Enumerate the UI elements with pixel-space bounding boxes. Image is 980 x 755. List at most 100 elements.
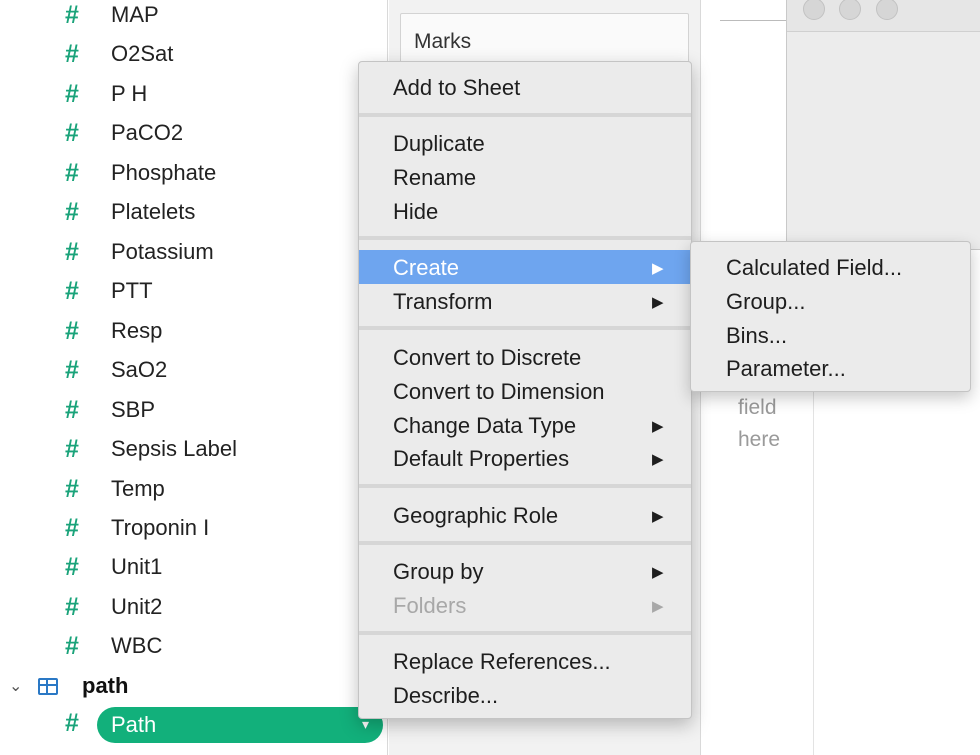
submenu-arrow-icon: ▶ xyxy=(652,598,664,615)
submenu-item-label: Group... xyxy=(726,289,806,314)
field-label: SaO2 xyxy=(111,357,168,382)
field-label: Platelets xyxy=(111,199,196,224)
field-label: Unit2 xyxy=(111,594,163,619)
measure-number-icon: # xyxy=(65,316,79,345)
field-item-ph[interactable]: # P H xyxy=(0,79,388,109)
submenu-arrow-icon: ▶ xyxy=(652,564,664,581)
menu-item-replace-references[interactable]: Replace References... xyxy=(359,644,691,678)
measure-number-icon: # xyxy=(65,592,79,621)
field-item-path[interactable]: # Path ▾ xyxy=(0,707,388,743)
submenu-arrow-icon: ▶ xyxy=(652,418,664,435)
field-label: Phosphate xyxy=(111,160,217,185)
field-item-sbp[interactable]: # SBP xyxy=(0,395,388,425)
context-menu: Add to Sheet Duplicate Rename Hide Creat… xyxy=(358,61,692,719)
submenu-item-parameter[interactable]: Parameter... xyxy=(691,351,970,385)
menu-item-label: Create xyxy=(393,255,460,280)
menu-item-label: Duplicate xyxy=(393,131,485,156)
field-label: PaCO2 xyxy=(111,120,184,145)
menu-item-label: Replace References... xyxy=(393,649,611,674)
menu-item-hide[interactable]: Hide xyxy=(359,194,691,228)
menu-item-add-to-sheet[interactable]: Add to Sheet xyxy=(359,70,691,104)
field-item-map[interactable]: # MAP xyxy=(0,0,388,30)
background-window xyxy=(786,0,980,250)
menu-item-label: Change Data Type xyxy=(393,413,577,438)
drop-field-hint: field here xyxy=(738,392,780,456)
field-item-o2sat[interactable]: # O2Sat xyxy=(0,39,388,69)
field-label: Temp xyxy=(111,476,165,501)
submenu-arrow-icon: ▶ xyxy=(652,260,664,277)
field-label: MAP xyxy=(111,2,159,27)
field-item-phosphate[interactable]: # Phosphate xyxy=(0,158,388,188)
field-item-unit2[interactable]: # Unit2 xyxy=(0,592,388,622)
field-item-ptt[interactable]: # PTT xyxy=(0,276,388,306)
field-item-resp[interactable]: # Resp xyxy=(0,316,388,346)
field-label: SBP xyxy=(111,397,156,422)
menu-item-convert-to-dimension[interactable]: Convert to Dimension xyxy=(359,374,691,408)
drop-hint-line: here xyxy=(738,428,781,451)
menu-item-label: Rename xyxy=(393,165,477,190)
menu-separator xyxy=(359,236,691,240)
selected-field-pill[interactable]: Path ▾ xyxy=(97,707,383,743)
folder-path[interactable]: ⌄ path xyxy=(0,672,388,702)
measure-number-icon: # xyxy=(65,474,79,503)
measure-number-icon: # xyxy=(65,79,79,108)
menu-item-rename[interactable]: Rename xyxy=(359,160,691,194)
field-item-potassium[interactable]: # Potassium xyxy=(0,237,388,267)
menu-item-label: Group by xyxy=(393,559,484,584)
marks-label: Marks xyxy=(414,30,472,53)
field-item-unit1[interactable]: # Unit1 xyxy=(0,552,388,582)
window-close-button[interactable] xyxy=(803,0,825,20)
window-minimize-button[interactable] xyxy=(839,0,861,20)
measure-number-icon: # xyxy=(65,237,79,266)
measure-number-icon: # xyxy=(65,631,79,660)
measure-number-icon: # xyxy=(65,434,79,463)
create-submenu: Calculated Field... Group... Bins... Par… xyxy=(690,241,971,392)
menu-item-label: Folders xyxy=(393,593,467,618)
submenu-item-label: Bins... xyxy=(726,323,788,348)
field-label: Potassium xyxy=(111,239,214,264)
menu-separator xyxy=(359,326,691,330)
submenu-item-bins[interactable]: Bins... xyxy=(691,318,970,352)
menu-item-describe[interactable]: Describe... xyxy=(359,678,691,712)
menu-separator xyxy=(359,541,691,545)
menu-item-convert-to-discrete[interactable]: Convert to Discrete xyxy=(359,340,691,374)
window-titlebar xyxy=(787,0,980,32)
measure-number-icon: # xyxy=(65,0,79,29)
menu-item-transform[interactable]: Transform ▶ xyxy=(359,284,691,318)
menu-separator xyxy=(359,484,691,488)
menu-separator xyxy=(359,631,691,635)
menu-item-default-properties[interactable]: Default Properties ▶ xyxy=(359,441,691,475)
menu-item-geographic-role[interactable]: Geographic Role ▶ xyxy=(359,498,691,532)
field-label: P H xyxy=(111,81,148,106)
field-item-wbc[interactable]: # WBC xyxy=(0,631,388,661)
field-item-troponin-i[interactable]: # Troponin I xyxy=(0,513,388,543)
menu-item-label: Hide xyxy=(393,199,439,224)
menu-item-folders: Folders ▶ xyxy=(359,588,691,622)
measure-number-icon: # xyxy=(65,158,79,187)
field-label: Sepsis Label xyxy=(111,436,237,461)
menu-item-change-data-type[interactable]: Change Data Type ▶ xyxy=(359,408,691,442)
submenu-item-calculated-field[interactable]: Calculated Field... xyxy=(691,250,970,284)
measure-number-icon: # xyxy=(65,513,79,542)
field-label: O2Sat xyxy=(111,41,174,66)
chevron-down-icon[interactable]: ⌄ xyxy=(9,676,22,696)
field-item-platelets[interactable]: # Platelets xyxy=(0,197,388,227)
submenu-item-group[interactable]: Group... xyxy=(691,284,970,318)
field-item-paco2[interactable]: # PaCO2 xyxy=(0,118,388,148)
submenu-item-label: Calculated Field... xyxy=(726,255,903,280)
folder-label: path xyxy=(82,673,129,698)
field-label: PTT xyxy=(111,278,153,303)
measure-number-icon: # xyxy=(65,197,79,226)
menu-item-group-by[interactable]: Group by ▶ xyxy=(359,554,691,588)
menu-item-label: Default Properties xyxy=(393,446,570,471)
field-item-sepsis-label[interactable]: # Sepsis Label xyxy=(0,434,388,464)
field-item-temp[interactable]: # Temp xyxy=(0,474,388,504)
menu-item-duplicate[interactable]: Duplicate xyxy=(359,126,691,160)
window-zoom-button[interactable] xyxy=(876,0,898,20)
measure-number-icon: # xyxy=(65,395,79,424)
measure-number-icon: # xyxy=(65,552,79,581)
menu-item-label: Convert to Discrete xyxy=(393,345,582,370)
menu-item-create[interactable]: Create ▶ xyxy=(359,250,691,284)
submenu-arrow-icon: ▶ xyxy=(652,451,664,468)
field-item-sao2[interactable]: # SaO2 xyxy=(0,355,388,385)
